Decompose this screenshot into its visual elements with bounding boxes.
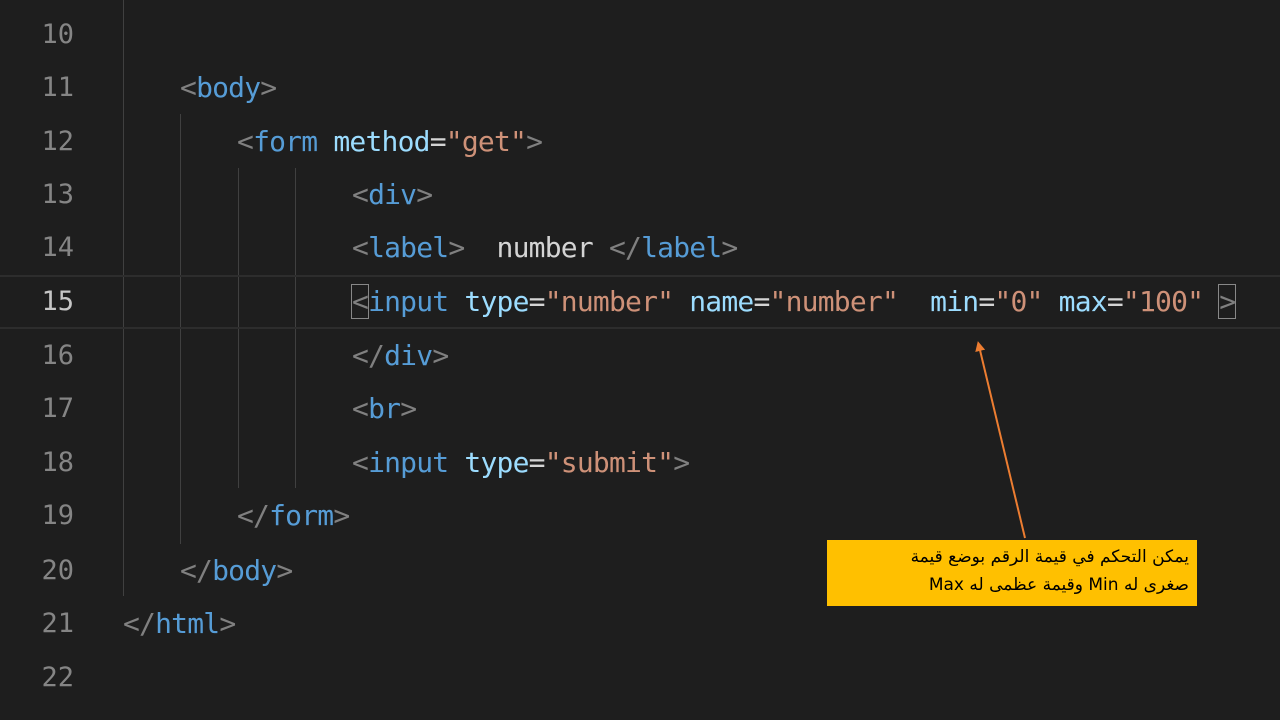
callout-line-2: صغرى له Min وقيمة عظمى له Max (928, 575, 1189, 595)
annotation-arrow (975, 341, 1026, 539)
callout-line-1: يمكن التحكم في قيمة الرقم بوضع قيمة (910, 547, 1189, 567)
annotation-callout: يمكن التحكم في قيمة الرقم بوضع قيمة صغرى… (827, 540, 1197, 606)
